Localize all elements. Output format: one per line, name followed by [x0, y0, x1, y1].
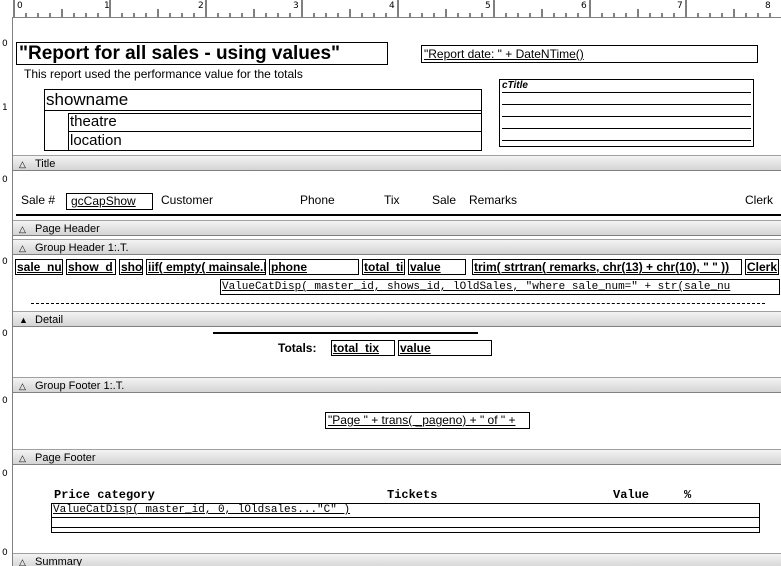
valuecat-expr-field[interactable]: ValueCatDisp( master_id, shows_id, lOldS… — [220, 279, 780, 295]
value-footer-field[interactable]: value — [398, 340, 492, 356]
report-subtitle[interactable]: This report used the performance value f… — [24, 67, 303, 81]
col-sale[interactable]: Sale — [432, 193, 456, 207]
band-summary[interactable]: △ Summary — [13, 553, 781, 566]
collapse-triangle-icon[interactable]: ▲ — [19, 312, 28, 328]
divider — [502, 92, 751, 93]
horizontal-ruler: 0 1 2 3 4 5 6 7 8 — [0, 0, 781, 18]
show-date-field[interactable]: show_d — [66, 259, 116, 275]
theatre-field[interactable]: theatre — [70, 113, 117, 130]
col-phone[interactable]: Phone — [300, 193, 335, 207]
report-canvas: "Report for all sales - using values" "R… — [13, 17, 781, 566]
collapse-triangle-icon[interactable]: △ — [19, 221, 26, 237]
band-title[interactable]: △ Title — [13, 155, 781, 171]
ruler-mark: 5 — [485, 1, 491, 11]
total-tix-field[interactable]: total_ti — [362, 259, 405, 275]
customer-expr-field[interactable]: iif( empty( mainsale.l — [146, 259, 266, 275]
band-group-footer[interactable]: △ Group Footer 1:.T. — [13, 377, 781, 393]
divider — [68, 113, 482, 114]
ruler-mark: 0 — [17, 1, 23, 11]
band-label: Page Header — [35, 223, 100, 235]
band-page-header[interactable]: △ Page Header — [13, 220, 781, 236]
divider — [502, 116, 751, 117]
location-field[interactable]: location — [70, 132, 122, 149]
clerk-field[interactable]: Clerk — [745, 259, 779, 275]
phone-field[interactable]: phone — [269, 259, 359, 275]
band-page-footer[interactable]: △ Page Footer — [13, 449, 781, 465]
col-clerk[interactable]: Clerk — [745, 193, 773, 207]
ruler-mark: 0 — [2, 548, 8, 558]
vertical-ruler: 0 1 0 0 0 0 0 0 — [0, 17, 13, 566]
summary-valuecat-field[interactable]: ValueCatDisp( master_id, 0, lOldsales...… — [53, 504, 350, 516]
ruler-mark: 4 — [389, 1, 395, 11]
ruler-mark: 3 — [293, 1, 299, 11]
summary-value[interactable]: Value — [613, 488, 649, 502]
ruler-mark: 0 — [2, 396, 8, 406]
report-date-field[interactable]: "Report date: " + DateNTime() — [421, 45, 758, 63]
band-group-header[interactable]: △ Group Header 1:.T. — [13, 239, 781, 255]
collapse-triangle-icon[interactable]: △ — [19, 450, 26, 466]
summary-price-category[interactable]: Price category — [54, 488, 155, 502]
ruler-mark: 0 — [2, 257, 8, 267]
ruler-mark: 0 — [2, 469, 8, 479]
ctitle-field[interactable]: cTitle — [502, 80, 528, 91]
divider — [51, 517, 760, 518]
divider — [51, 527, 760, 528]
col-remarks[interactable]: Remarks — [469, 193, 517, 207]
band-detail[interactable]: ▲ Detail — [13, 311, 781, 327]
band-label: Title — [35, 158, 56, 170]
divider — [502, 128, 751, 129]
showname-field[interactable]: showname — [46, 90, 128, 110]
ruler-mark: 0 — [2, 329, 8, 339]
sale-num-field[interactable]: sale_nu — [15, 259, 63, 275]
band-label: Group Header 1:.T. — [35, 242, 129, 254]
page-number-expr-field[interactable]: "Page " + trans( _pageno) + " of " + — [325, 412, 530, 429]
value-field[interactable]: value — [408, 259, 466, 275]
ctitle-container[interactable] — [499, 79, 754, 147]
dashed-divider — [31, 303, 765, 304]
divider — [16, 214, 781, 216]
band-label: Summary — [35, 556, 83, 566]
collapse-triangle-icon[interactable]: △ — [19, 554, 26, 566]
band-label: Group Footer 1:.T. — [35, 380, 125, 392]
summary-tickets[interactable]: Tickets — [387, 488, 437, 502]
ruler-mark: 1 — [104, 1, 110, 11]
remarks-expr-field[interactable]: trim( strtran( remarks, chr(13) + chr(10… — [472, 259, 742, 275]
collapse-triangle-icon[interactable]: △ — [19, 156, 26, 172]
ruler-mark: 0 — [2, 39, 8, 49]
band-label: Detail — [35, 314, 64, 326]
ruler-mark: 1 — [2, 103, 8, 113]
total-tix-footer-field[interactable]: total_tix — [331, 340, 395, 356]
collapse-triangle-icon[interactable]: △ — [19, 240, 26, 256]
divider — [44, 110, 482, 111]
collapse-triangle-icon[interactable]: △ — [19, 378, 26, 394]
ruler-mark: 6 — [581, 1, 587, 11]
divider — [68, 131, 482, 132]
divider — [502, 104, 751, 105]
report-title-field[interactable]: "Report for all sales - using values" — [16, 42, 388, 65]
ruler-mark: 0 — [2, 175, 8, 185]
ruler-mark: 7 — [677, 1, 683, 11]
caption-field[interactable]: gcCapShow — [66, 193, 153, 210]
show-field[interactable]: sho — [119, 259, 143, 275]
divider — [68, 113, 69, 151]
col-customer[interactable]: Customer — [161, 193, 213, 207]
summary-percent[interactable]: % — [684, 488, 691, 502]
totals-label[interactable]: Totals: — [278, 341, 316, 355]
ruler-mark: 8 — [765, 1, 771, 11]
col-sale-no[interactable]: Sale # — [21, 193, 55, 207]
col-tix[interactable]: Tix — [384, 193, 400, 207]
divider — [213, 332, 478, 334]
band-label: Page Footer — [35, 452, 96, 464]
ruler-mark: 2 — [198, 1, 204, 11]
divider — [502, 140, 751, 141]
